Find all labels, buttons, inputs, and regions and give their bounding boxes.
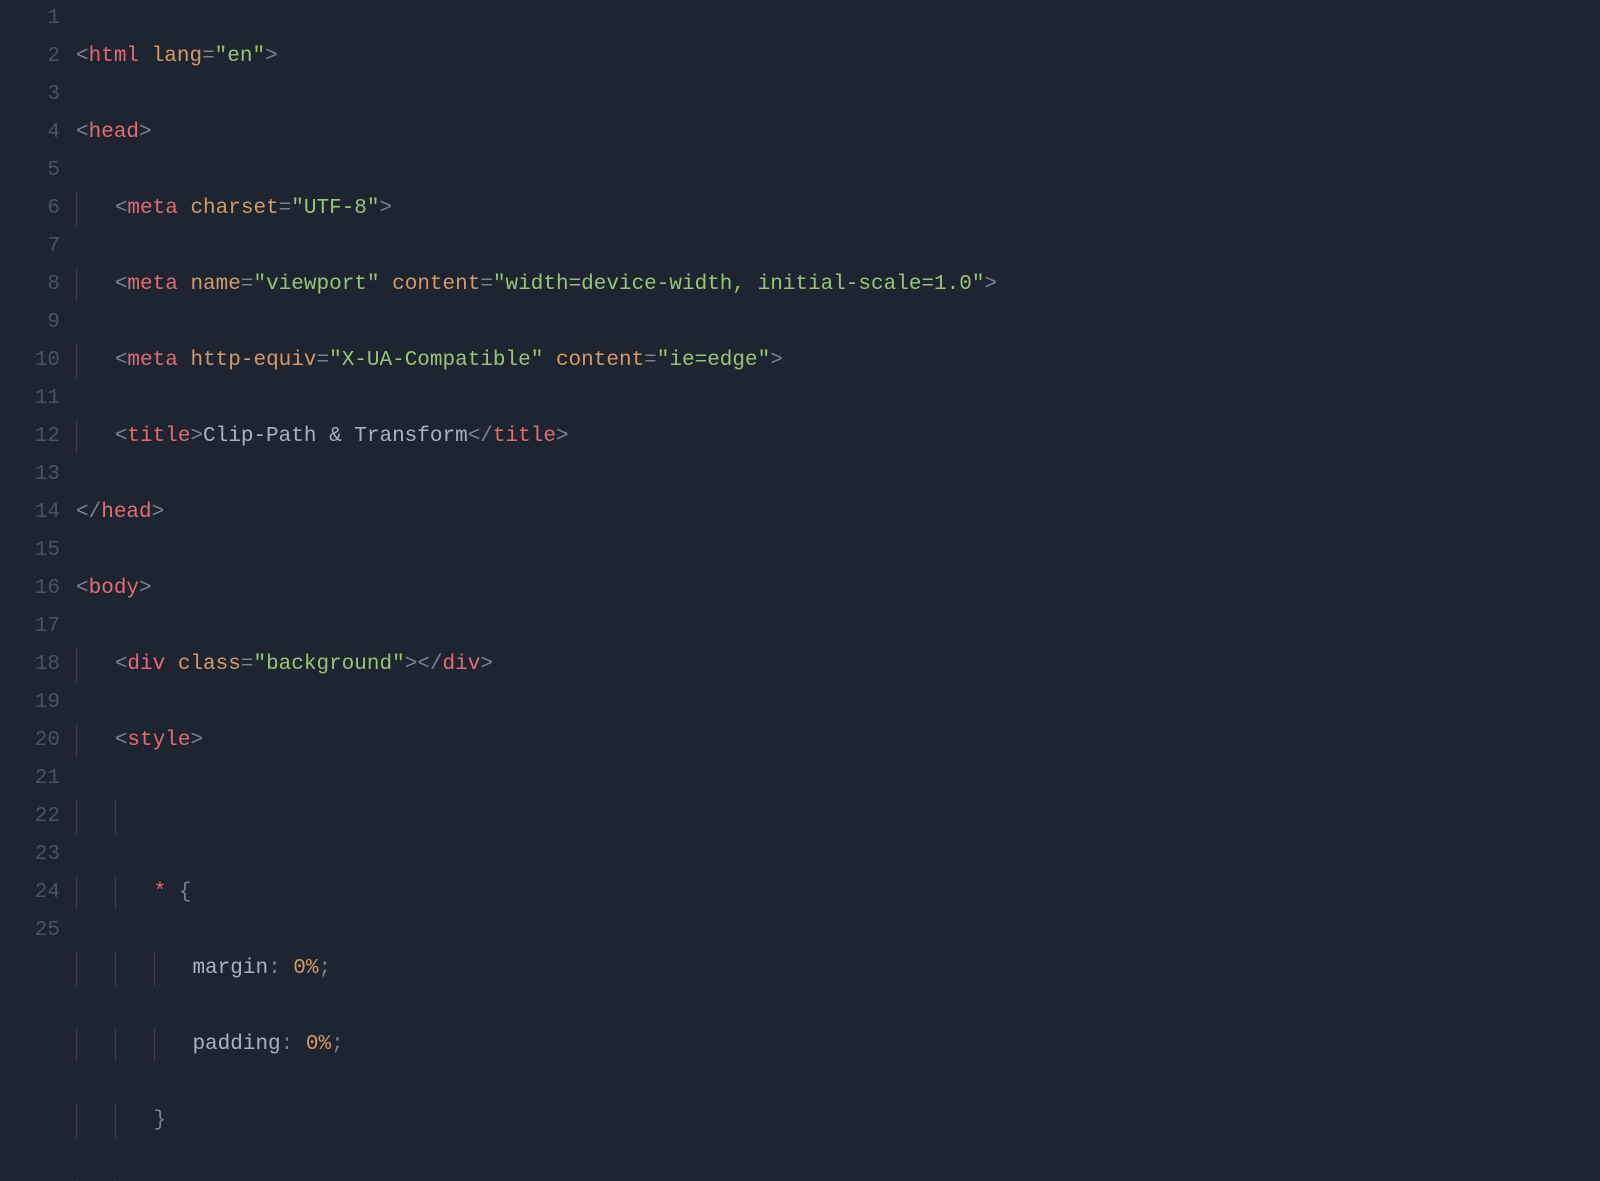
code-line[interactable]: <div class="background"></div> [76, 646, 1600, 684]
code-line[interactable]: <head> [76, 114, 1600, 152]
indent-guide-icon [115, 876, 116, 910]
indent-guide-icon [154, 1028, 155, 1062]
code-area[interactable]: <html lang="en"> <head> <meta charset="U… [70, 0, 1600, 1181]
line-number: 22 [0, 798, 60, 836]
line-number: 21 [0, 760, 60, 798]
code-line[interactable]: * { [76, 874, 1600, 912]
indent-guide-icon [76, 800, 77, 834]
code-line[interactable]: <title>Clip-Path & Transform</title> [76, 418, 1600, 456]
code-line[interactable]: <style> [76, 722, 1600, 760]
code-line[interactable]: <meta http-equiv="X-UA-Compatible" conte… [76, 342, 1600, 380]
line-number: 19 [0, 684, 60, 722]
indent-guide-icon [115, 1028, 116, 1062]
line-number: 3 [0, 76, 60, 114]
code-line[interactable] [76, 798, 1600, 836]
indent-guide-icon [76, 1028, 77, 1062]
indent-guide-icon [76, 420, 77, 454]
line-number: 5 [0, 152, 60, 190]
line-number: 20 [0, 722, 60, 760]
line-number: 1 [0, 0, 60, 38]
code-line[interactable]: </head> [76, 494, 1600, 532]
indent-guide-icon [76, 344, 77, 378]
indent-guide-icon [76, 876, 77, 910]
indent-guide-icon [76, 952, 77, 986]
indent-guide-icon [115, 952, 116, 986]
line-number: 16 [0, 570, 60, 608]
line-number: 14 [0, 494, 60, 532]
code-line[interactable]: } [76, 1102, 1600, 1140]
line-number: 7 [0, 228, 60, 266]
line-number: 15 [0, 532, 60, 570]
line-number: 13 [0, 456, 60, 494]
code-line[interactable]: <meta name="viewport" content="width=dev… [76, 266, 1600, 304]
indent-guide-icon [76, 192, 77, 226]
line-number: 10 [0, 342, 60, 380]
indent-guide-icon [76, 648, 77, 682]
line-number: 18 [0, 646, 60, 684]
line-number: 25 [0, 912, 60, 950]
line-number: 17 [0, 608, 60, 646]
code-line[interactable]: <body> [76, 570, 1600, 608]
code-editor[interactable]: 1 2 3 4 5 6 7 8 9 10 11 12 13 14 15 16 1… [0, 0, 1600, 1181]
code-line[interactable]: <html lang="en"> [76, 38, 1600, 76]
line-number: 12 [0, 418, 60, 456]
line-number: 23 [0, 836, 60, 874]
indent-guide-icon [76, 724, 77, 758]
line-number: 6 [0, 190, 60, 228]
code-line[interactable]: <meta charset="UTF-8"> [76, 190, 1600, 228]
indent-guide-icon [76, 268, 77, 302]
indent-guide-icon [115, 1104, 116, 1138]
indent-guide-icon [115, 800, 116, 834]
line-number: 8 [0, 266, 60, 304]
line-number: 24 [0, 874, 60, 912]
line-number: 4 [0, 114, 60, 152]
code-line[interactable]: margin: 0%; [76, 950, 1600, 988]
code-line[interactable]: padding: 0%; [76, 1026, 1600, 1064]
indent-guide-icon [154, 952, 155, 986]
line-number: 9 [0, 304, 60, 342]
indent-guide-icon [76, 1104, 77, 1138]
line-number-gutter: 1 2 3 4 5 6 7 8 9 10 11 12 13 14 15 16 1… [0, 0, 70, 1181]
line-number: 2 [0, 38, 60, 76]
line-number: 11 [0, 380, 60, 418]
